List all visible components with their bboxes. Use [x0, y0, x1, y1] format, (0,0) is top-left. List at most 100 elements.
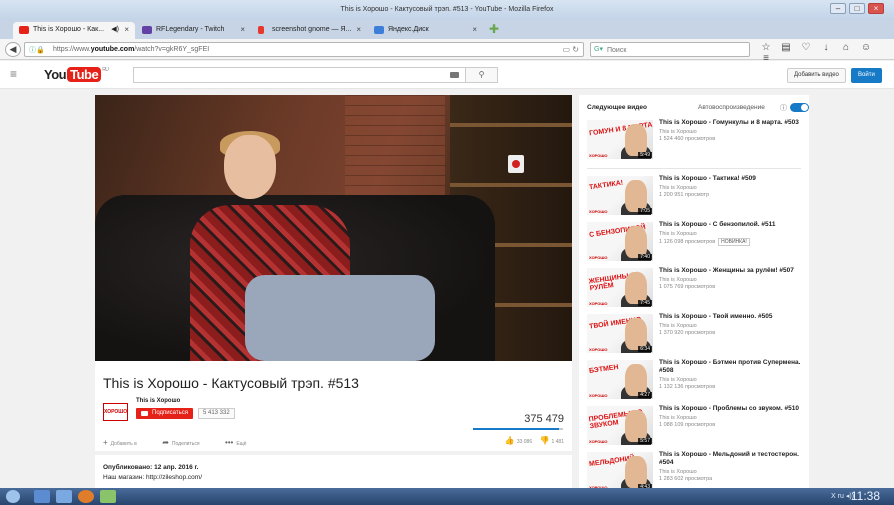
twitch-favicon-icon: [142, 26, 152, 34]
video-thumbnail[interactable]: ТАКТИКА! ХОРОШО 7:05: [587, 176, 653, 215]
related-video-title[interactable]: This is Хорошо - Гомункулы и 8 марта. #5…: [659, 119, 809, 127]
youtube-search-field[interactable]: [133, 67, 466, 83]
tab-close-icon[interactable]: ×: [472, 25, 477, 34]
related-video-item[interactable]: ЖЕНЩИНЫ ЗА РУЛЁМ ХОРОШО 7:45 This is Хорошо…: [587, 266, 801, 312]
search-engine-icon[interactable]: G▾: [594, 45, 603, 53]
video-duration: 7:45: [638, 300, 652, 306]
video-meta: This is Хорошо - Тактика! #509 This is Хо…: [659, 175, 809, 198]
thumbs-up-icon[interactable]: 👍: [505, 436, 515, 445]
related-video-channel[interactable]: This is Хорошо: [659, 129, 809, 135]
browser-search-box[interactable]: G▾: [590, 42, 750, 57]
add-video-button[interactable]: Добавить видео: [787, 68, 846, 83]
tab-close-icon[interactable]: ×: [356, 25, 361, 34]
more-button[interactable]: ••• Ещё: [225, 438, 259, 447]
related-video-channel[interactable]: This is Хорошо: [659, 231, 809, 237]
share-button[interactable]: ➦ Поделиться: [162, 438, 211, 447]
lock-icon[interactable]: ⓘ🔒: [29, 45, 45, 55]
maximize-button[interactable]: □: [849, 3, 865, 14]
home-icon[interactable]: ⌂: [836, 42, 856, 53]
youtube-search-button[interactable]: ⚲: [466, 67, 498, 83]
thumbs-down-icon[interactable]: 👎: [540, 436, 550, 445]
related-video-title[interactable]: This is Хорошо - Женщины за рулём! #507: [659, 267, 809, 275]
thumbnail-text: ТАКТИКА!: [588, 179, 624, 192]
related-video-title[interactable]: This is Хорошо - Проблемы со звуком. #51…: [659, 405, 809, 413]
subscribe-button[interactable]: Подписаться: [136, 408, 193, 419]
tab-youtube[interactable]: This is Хорошо - Как... ◀) ×: [13, 22, 135, 39]
browser-search-input[interactable]: [607, 45, 747, 55]
youtube-logo[interactable]: You Tube RU: [44, 67, 109, 82]
tab-yandex-disk[interactable]: Яндекс.Диск ×: [368, 22, 483, 39]
guide-menu-icon[interactable]: ≡: [10, 67, 17, 81]
shop-link[interactable]: Наш магазин: http://zileshop.com/: [103, 474, 564, 481]
chat-icon[interactable]: ☺: [856, 42, 876, 53]
video-player[interactable]: [95, 95, 572, 361]
clock[interactable]: 11:38: [851, 489, 880, 503]
reload-icon[interactable]: ▭ ↻: [563, 45, 579, 54]
related-video-views: 1 126 098 просмотров НОВИНКА!: [659, 238, 809, 246]
bookmark-star-icon[interactable]: ☆: [756, 42, 776, 53]
back-button[interactable]: ◀: [5, 42, 21, 57]
related-video-title[interactable]: This is Хорошо - Бэтмен против Супермена…: [659, 359, 809, 375]
youtube-search-input[interactable]: [134, 68, 434, 82]
pocket-icon[interactable]: ♡: [796, 42, 816, 53]
minimize-button[interactable]: –: [830, 3, 846, 14]
navigation-bar: ◀ ⓘ🔒 https://www.youtube.com/watch?v=gkR…: [0, 39, 894, 64]
share-icon: ➦: [162, 438, 169, 447]
view-count: 375 479: [524, 413, 564, 425]
add-to-button[interactable]: + Добавить в: [103, 438, 149, 447]
terminal-icon[interactable]: [56, 490, 72, 503]
app-icon[interactable]: [100, 490, 116, 503]
video-thumbnail[interactable]: БЭТМЕН ХОРОШО 4:27: [587, 360, 653, 399]
related-video-item[interactable]: ГОМУН И 8 МАРТА ХОРОШО 5:49 This is Хорошо …: [587, 118, 801, 169]
reading-list-icon[interactable]: ▤: [776, 42, 796, 53]
related-video-item[interactable]: БЭТМЕН ХОРОШО 4:27 This is Хорошо - Бэтмен …: [587, 358, 801, 404]
tab-twitch[interactable]: RFLegendary - Twitch ×: [136, 22, 251, 39]
tab-close-icon[interactable]: ×: [124, 25, 129, 34]
new-tab-icon[interactable]: ✚: [487, 23, 501, 37]
related-video-views: 1 370 920 просмотров: [659, 330, 716, 336]
firefox-icon[interactable]: [78, 490, 94, 503]
autoplay-toggle[interactable]: [790, 103, 809, 112]
dislike-count: 1 481: [551, 439, 564, 445]
related-video-channel[interactable]: This is Хорошо: [659, 323, 809, 329]
downloads-icon[interactable]: ↓: [816, 42, 836, 53]
related-video-title[interactable]: This is Хорошо - Твой именно. #505: [659, 313, 809, 321]
channel-name[interactable]: This is Хорошо: [136, 398, 180, 404]
related-video-channel[interactable]: This is Хорошо: [659, 377, 809, 383]
video-meta: This is Хорошо - Женщины за рулём! #507 T…: [659, 267, 809, 290]
speaker-icon[interactable]: ◀): [111, 25, 119, 33]
channel-avatar[interactable]: ХОРОШО: [103, 403, 128, 421]
video-thumbnail[interactable]: ЖЕНЩИНЫ ЗА РУЛЁМ ХОРОШО 7:45: [587, 268, 653, 307]
related-list: ГОМУН И 8 МАРТА ХОРОШО 5:49 This is Хорошо …: [587, 118, 801, 488]
close-window-button[interactable]: ×: [868, 3, 884, 14]
tab-label: This is Хорошо - Как...: [33, 26, 105, 33]
related-video-channel[interactable]: This is Хорошо: [659, 185, 809, 191]
related-video-title[interactable]: This is Хорошо - Тактика! #509: [659, 175, 809, 183]
video-duration: 6:34: [638, 346, 652, 352]
url-bar[interactable]: ⓘ🔒 https://www.youtube.com/watch?v=gkR6Y…: [24, 42, 584, 57]
related-video-title[interactable]: This is Хорошо - Мельдоний и тестостерон…: [659, 451, 809, 467]
start-menu-icon[interactable]: [6, 490, 20, 503]
related-video-channel[interactable]: This is Хорошо: [659, 469, 809, 475]
related-video-title[interactable]: This is Хорошо - С бензопилой. #511: [659, 221, 809, 229]
related-video-item[interactable]: С БЕНЗОПИЛОЙ ХОРОШО 7:40 This is Хорошо - С…: [587, 220, 801, 266]
related-video-channel[interactable]: This is Хорошо: [659, 415, 809, 421]
related-video-item[interactable]: ТВОЙ ИМЕННО ХОРОШО 6:34 This is Хорошо - Тв…: [587, 312, 801, 358]
video-thumbnail[interactable]: ТВОЙ ИМЕННО ХОРОШО 6:34: [587, 314, 653, 353]
channel-watermark: ХОРОШО: [589, 347, 608, 352]
login-button[interactable]: Войти: [851, 68, 882, 83]
tab-close-icon[interactable]: ×: [240, 25, 245, 34]
youtube-header: ≡ You Tube RU ⚲ Добавить видео Войти: [0, 61, 894, 89]
info-icon[interactable]: ⓘ: [780, 103, 787, 113]
video-thumbnail[interactable]: МЕЛЬДОНИЙ ХОРОШО 4:43: [587, 452, 653, 488]
keyboard-icon[interactable]: [450, 72, 459, 78]
related-video-channel[interactable]: This is Хорошо: [659, 277, 809, 283]
video-thumbnail[interactable]: С БЕНЗОПИЛОЙ ХОРОШО 7:40: [587, 222, 653, 261]
video-thumbnail[interactable]: ПРОБЛЕМЫ СО ЗВУКОМ ХОРОШО 5:57: [587, 406, 653, 445]
files-icon[interactable]: [34, 490, 50, 503]
tab-yandex-search[interactable]: screenshot gnome — Я... ×: [252, 22, 367, 39]
related-video-item[interactable]: ПРОБЛЕМЫ СО ЗВУКОМ ХОРОШО 5:57 This is Хоро…: [587, 404, 801, 450]
video-thumbnail[interactable]: ГОМУН И 8 МАРТА ХОРОШО 5:49: [587, 120, 653, 159]
related-video-item[interactable]: МЕЛЬДОНИЙ ХОРОШО 4:43 This is Хорошо - Мель…: [587, 450, 801, 488]
related-video-item[interactable]: ТАКТИКА! ХОРОШО 7:05 This is Хорошо - Такти…: [587, 174, 801, 220]
